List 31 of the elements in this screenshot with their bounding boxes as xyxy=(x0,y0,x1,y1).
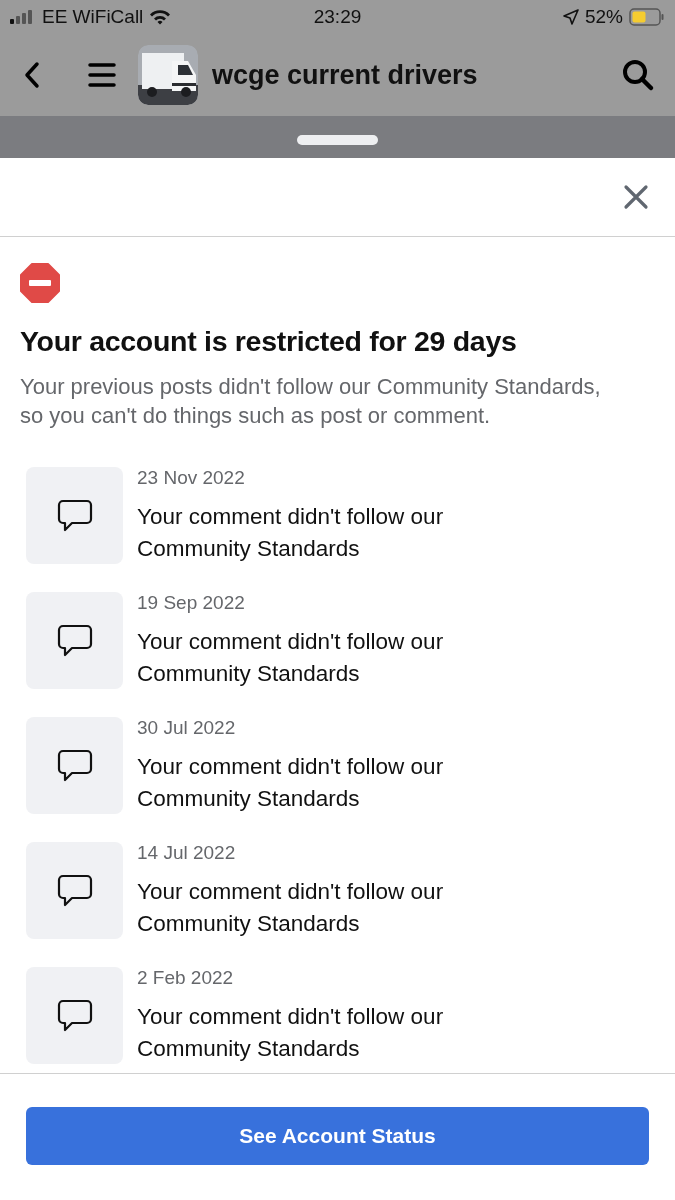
violation-date: 14 Jul 2022 xyxy=(137,842,237,864)
restriction-description: Your previous posts didn't follow our Community Standards, so you can't do things such as post or comment. xyxy=(20,373,602,430)
location-arrow-icon xyxy=(562,9,579,25)
sheet-handle[interactable] xyxy=(297,135,378,145)
violation-date: 23 Nov 2022 xyxy=(137,467,246,489)
violation-text: Your comment didn't follow our Community Standards xyxy=(137,753,445,813)
violation-text: Your comment didn't follow our Community Standards xyxy=(137,503,445,563)
speech-bubble-icon xyxy=(56,997,93,1034)
violation-text: Your comment didn't follow our Community Standards xyxy=(137,878,445,938)
speech-bubble-icon xyxy=(56,872,93,909)
violation-date: 30 Jul 2022 xyxy=(137,717,237,739)
restriction-title: Your account is restricted for 29 days xyxy=(20,325,518,358)
violation-date: 2 Feb 2022 xyxy=(137,967,235,989)
violation-date: 19 Sep 2022 xyxy=(137,592,246,614)
back-button[interactable] xyxy=(22,60,42,90)
account-status-button[interactable]: See Account Status xyxy=(26,1107,649,1165)
violation-text: Your comment didn't follow our Community Standards xyxy=(137,628,445,688)
speech-bubble-icon xyxy=(56,497,93,534)
battery-percent: 52% xyxy=(584,6,623,28)
status-time: 23:29 xyxy=(313,6,362,28)
group-title: wcge current drivers xyxy=(212,59,479,91)
battery-icon xyxy=(629,8,665,26)
speech-bubble-icon xyxy=(56,747,93,784)
restricted-icon xyxy=(20,263,60,303)
speech-bubble-icon xyxy=(56,622,93,659)
close-button[interactable] xyxy=(623,184,649,210)
menu-button[interactable] xyxy=(88,62,116,88)
violation-text: Your comment didn't follow our Community Standards xyxy=(137,1003,445,1063)
search-button[interactable] xyxy=(621,58,655,92)
carrier-name: EE WiFiCall xyxy=(42,6,144,28)
wifi-icon xyxy=(149,9,172,25)
